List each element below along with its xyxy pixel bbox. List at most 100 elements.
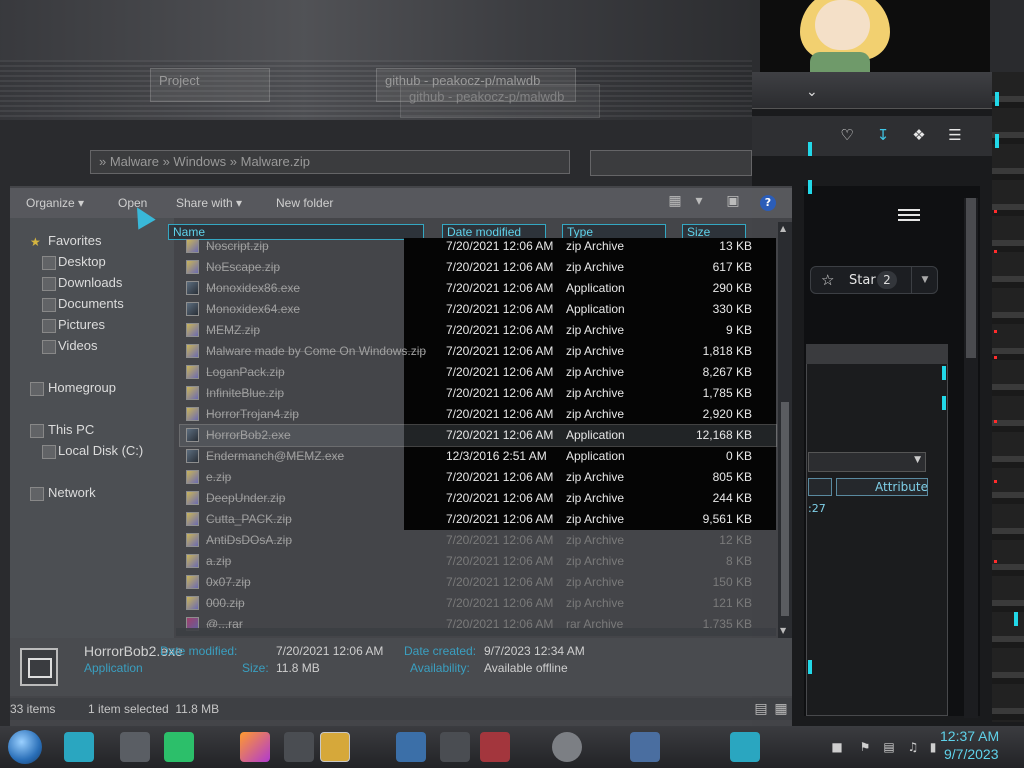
taskbar-app-9[interactable] (480, 732, 510, 762)
tray-flag-icon[interactable]: ⚑ (858, 740, 872, 754)
tiles-view-icon[interactable]: ▦ (772, 700, 790, 718)
help-icon[interactable]: ? (760, 195, 776, 211)
pocket-icon[interactable]: ♡ (836, 124, 858, 146)
file-explorer-icon[interactable] (320, 732, 350, 762)
file-row[interactable]: 0x07.zip 7/20/2021 12:06 AM zip Archive 150… (180, 572, 776, 593)
menu-icon[interactable]: ☰ (944, 124, 966, 146)
preview-pane-icon[interactable]: ▣ (724, 192, 742, 210)
file-row[interactable]: NoEscape.zip 7/20/2021 12:06 AM zip Archiv… (180, 257, 776, 278)
nav-local-disk[interactable]: Local Disk (C:) (58, 443, 143, 458)
tray-folder-icon[interactable]: ■ (830, 740, 844, 754)
file-date-modified: 7/20/2021 12:06 AM (446, 470, 554, 484)
star-button[interactable]: ☆ Star 2 ▼ (810, 266, 938, 294)
nav-documents[interactable]: Documents (58, 296, 124, 311)
chevron-down-icon[interactable]: ⌄ (806, 84, 818, 100)
taskbar-app-10[interactable] (552, 732, 582, 762)
file-row[interactable]: 000.zip 7/20/2021 12:06 AM zip Archive 121 … (180, 593, 776, 614)
file-row[interactable]: Monoxidex86.exe 7/20/2021 12:06 AM Applica… (180, 278, 776, 299)
file-size: 617 KB (712, 260, 752, 274)
file-row[interactable]: Endermanch@MEMZ.exe 12/3/2016 2:51 AM Appl… (180, 446, 776, 467)
file-date-modified: 7/20/2021 12:06 AM (446, 491, 554, 505)
file-type: zip Archive (566, 344, 625, 358)
taskbar-clock-date[interactable]: 9/7/2023 (944, 746, 999, 762)
taskbar-app-12[interactable] (730, 732, 760, 762)
file-row[interactable]: AntiDsDOsA.zip 7/20/2021 12:06 AM zip Arch… (180, 530, 776, 551)
file-row[interactable]: LoganPack.zip 7/20/2021 12:06 AM zip Archi… (180, 362, 776, 383)
file-row[interactable]: a.zip 7/20/2021 12:06 AM zip Archive 8 KB (180, 551, 776, 572)
scroll-up-icon[interactable]: ▲ (780, 224, 786, 233)
nav-homegroup[interactable]: Homegroup (48, 380, 116, 395)
nav-this-pc[interactable]: This PC (48, 422, 94, 437)
taskbar-clock-time[interactable]: 12:37 AM (940, 728, 999, 744)
share-with-button[interactable]: Share with ▾ (176, 196, 242, 210)
scrollbar-thumb[interactable] (781, 402, 789, 616)
tray-battery-icon[interactable]: ▮ (926, 740, 940, 754)
file-type: zip Archive (566, 554, 625, 568)
file-row[interactable]: MEMZ.zip 7/20/2021 12:06 AM zip Archive 9 K… (180, 320, 776, 341)
details-view-icon[interactable]: ▤ (752, 700, 770, 718)
file-row[interactable]: Monoxidex64.exe 7/20/2021 12:06 AM Applica… (180, 299, 776, 320)
details-availability: Available offline (484, 661, 568, 675)
browser-scrollbar[interactable] (964, 198, 978, 718)
inner-dropdown[interactable]: ▼ (808, 452, 926, 472)
taskbar-app-11[interactable] (630, 732, 660, 762)
file-row[interactable]: InfiniteBlue.zip 7/20/2021 12:06 AM zip Ar… (180, 383, 776, 404)
frame-led (994, 560, 997, 563)
taskbar-app-7[interactable] (396, 732, 426, 762)
firefox-icon[interactable] (240, 732, 270, 762)
nav-network[interactable]: Network (48, 485, 96, 500)
file-row[interactable]: Malware made by Come On Windows.zip 7/20/… (180, 341, 776, 362)
file-date-modified: 7/20/2021 12:06 AM (446, 554, 554, 568)
new-folder-button[interactable]: New folder (276, 196, 333, 210)
inner-row-value: :27 (808, 502, 826, 515)
tray-volume-icon[interactable]: ♫ (906, 740, 920, 754)
file-name: a.zip (206, 554, 232, 568)
attributes-column-header[interactable]: Attributes (836, 478, 928, 496)
nav-desktop[interactable]: Desktop (58, 254, 106, 269)
videos-icon (42, 340, 56, 354)
inner-dialog-titlebar[interactable] (806, 344, 948, 364)
inner-column-header-left[interactable] (808, 478, 832, 496)
download-icon[interactable]: ↧ (872, 124, 894, 146)
nav-pictures[interactable]: Pictures (58, 317, 105, 332)
scrollbar-thumb[interactable] (966, 198, 976, 358)
file-name: HorrorTrojan4.zip (206, 407, 299, 421)
file-row[interactable]: e.zip 7/20/2021 12:06 AM zip Archive 805 KB (180, 467, 776, 488)
zip-archive-icon (186, 407, 199, 421)
scroll-down-icon[interactable]: ▼ (780, 626, 786, 635)
taskbar-app-5[interactable] (284, 732, 314, 762)
file-name: Endermanch@MEMZ.exe (206, 449, 345, 463)
file-type: zip Archive (566, 407, 625, 421)
view-dropdown-icon[interactable]: ▾ (690, 192, 708, 210)
nav-favorites[interactable]: Favorites (48, 233, 101, 248)
file-row[interactable]: Cutta_PACK.zip 7/20/2021 12:06 AM zip Arch… (180, 509, 776, 530)
horizontal-scrollbar[interactable] (176, 628, 776, 636)
view-options-icon[interactable]: ▦ (666, 192, 684, 210)
file-date-modified: 7/20/2021 12:06 AM (446, 533, 554, 547)
desktop-icon (42, 256, 56, 270)
file-size: 12 KB (719, 533, 752, 547)
caret-down-icon[interactable]: ▼ (911, 267, 938, 293)
file-type: zip Archive (566, 512, 625, 526)
taskbar-app-2[interactable] (120, 732, 150, 762)
start-button[interactable] (8, 730, 42, 764)
file-row[interactable]: HorrorTrojan4.zip 7/20/2021 12:06 AM zip A… (180, 404, 776, 425)
file-size: 330 KB (712, 302, 752, 316)
nav-downloads[interactable]: Downloads (58, 275, 122, 290)
tray-network-icon[interactable]: ▤ (882, 740, 896, 754)
taskbar-app-8[interactable] (440, 732, 470, 762)
nav-videos[interactable]: Videos (58, 338, 98, 353)
file-row[interactable]: HorrorBob2.exe 7/20/2021 12:06 AM Applicat… (179, 424, 777, 447)
file-name: Malware made by Come On Windows.zip (206, 344, 427, 358)
file-date-modified: 7/20/2021 12:06 AM (446, 575, 554, 589)
file-row[interactable]: Noscript.zip 7/20/2021 12:06 AM zip Archiv… (180, 236, 776, 257)
file-list-scrollbar[interactable]: ▲ ▼ (778, 222, 792, 638)
taskbar-app-3[interactable] (164, 732, 194, 762)
application-file-icon (186, 449, 199, 463)
hamburger-menu-icon[interactable] (898, 206, 920, 224)
file-row[interactable]: DeepUnder.zip 7/20/2021 12:06 AM zip Archi… (180, 488, 776, 509)
extensions-icon[interactable]: ❖ (908, 124, 930, 146)
taskbar-app-1[interactable] (64, 732, 94, 762)
file-date-modified: 7/20/2021 12:06 AM (446, 302, 554, 316)
organize-button[interactable]: Organize ▾ (26, 196, 84, 210)
